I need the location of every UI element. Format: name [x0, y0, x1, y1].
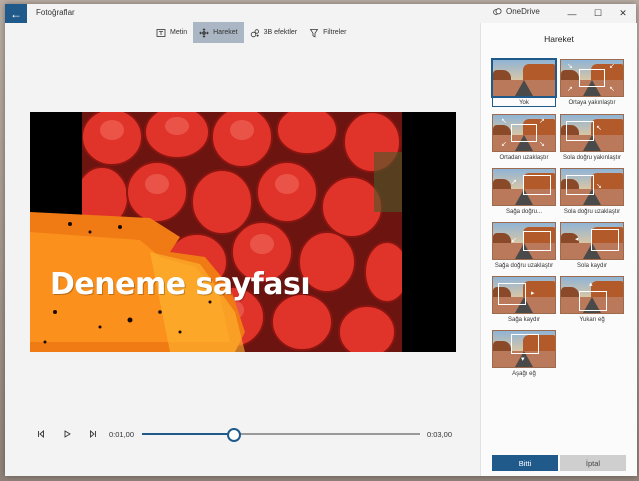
- seek-bar[interactable]: [142, 428, 420, 442]
- seek-progress: [142, 433, 234, 435]
- editing-toolbar: Metin Hareket 3B efektler Filtreler: [150, 22, 352, 43]
- motion-option[interactable]: ↖ Sola doğru yakınlaştır: [560, 114, 624, 161]
- tool-hareket[interactable]: Hareket: [193, 22, 244, 43]
- motion-option-thumbnail: ↙: [492, 222, 556, 260]
- tool-filtreler[interactable]: Filtreler: [303, 22, 352, 43]
- onedrive-button[interactable]: OneDrive: [493, 7, 540, 16]
- motion-option-thumbnail: ↖: [560, 114, 624, 152]
- motion-option[interactable]: ▸ Sağa kaydır: [492, 276, 556, 323]
- minimize-button[interactable]: —: [559, 4, 585, 23]
- motion-option-thumbnail: ↘ ↙ ↗ ↖: [560, 59, 624, 97]
- motion-option-thumbnail: ▸: [492, 276, 556, 314]
- motion-option[interactable]: ◂ Sola kaydır: [560, 222, 624, 269]
- motion-option[interactable]: Yok: [491, 58, 557, 107]
- filters-icon: [309, 28, 319, 37]
- text-icon: [156, 28, 166, 37]
- motion-option[interactable]: ↘ ↙ ↗ ↖ Ortaya yakınlaştır: [560, 59, 624, 107]
- tool-label: Metin: [170, 29, 188, 36]
- motion-option-thumbnail: ◂: [560, 222, 624, 260]
- motion-option-label: Sağa doğru...: [505, 209, 543, 215]
- caption-text: Deneme sayfası: [50, 267, 311, 302]
- motion-option-thumbnail: [491, 58, 557, 98]
- play-button[interactable]: [61, 428, 73, 440]
- tool-label: Filtreler: [323, 29, 347, 36]
- motion-option[interactable]: ▴ Yukarı eğ: [560, 276, 624, 323]
- back-button[interactable]: ←: [5, 4, 27, 23]
- close-button[interactable]: ✕: [610, 4, 636, 23]
- tool-metin[interactable]: Metin: [150, 22, 193, 43]
- back-arrow-icon: ←: [10, 6, 22, 21]
- current-time: 0:01,00: [109, 430, 135, 439]
- done-button[interactable]: Bitti: [492, 455, 558, 471]
- close-icon: ✕: [619, 8, 627, 18]
- motion-option-thumbnail: ↖ ↗ ↙ ↘: [492, 114, 556, 152]
- maximize-button[interactable]: ☐: [585, 4, 611, 23]
- motion-option-label: Sola doğru yakınlaştır: [562, 155, 622, 161]
- app-title: Fotoğraflar: [36, 8, 75, 17]
- photos-app-window: ← Fotoğraflar OneDrive — ☐ ✕ Metin Harek…: [5, 4, 637, 476]
- step-forward-icon: [90, 430, 96, 438]
- 3d-effects-icon: [250, 28, 259, 37]
- motion-option-label: Ortadan uzaklaştır: [499, 155, 549, 161]
- motion-option-label: Aşağı eğ: [512, 371, 536, 377]
- maximize-icon: ☐: [593, 8, 603, 18]
- panel-title: Hareket: [544, 34, 574, 44]
- motion-icon: [199, 27, 209, 38]
- previous-frame-button[interactable]: [35, 428, 47, 440]
- next-frame-button[interactable]: [87, 428, 99, 440]
- motion-option-thumbnail: ▴: [560, 276, 624, 314]
- motion-option-label: Sağa kaydır: [507, 317, 541, 323]
- motion-option-label: Sola doğru uzaklaştır: [563, 209, 621, 215]
- total-time: 0:03,00: [427, 430, 453, 439]
- motion-option[interactable]: ↘ Sola doğru uzaklaştır: [560, 168, 624, 215]
- tool-label: 3B efektler: [263, 29, 298, 36]
- motion-option-label: Ortaya yakınlaştır: [568, 100, 616, 106]
- onedrive-icon: [493, 8, 502, 15]
- minimize-icon: —: [567, 8, 577, 19]
- playback-controls: 0:01,00 0:03,00: [35, 424, 465, 444]
- seek-thumb[interactable]: [226, 428, 241, 442]
- video-preview[interactable]: Deneme sayfası: [30, 112, 456, 352]
- tool-3b-efektler[interactable]: 3B efektler: [244, 22, 303, 43]
- tool-label: Hareket: [213, 29, 238, 36]
- title-bar: ← Fotoğraflar OneDrive — ☐ ✕: [5, 4, 636, 23]
- onedrive-label: OneDrive: [506, 7, 540, 16]
- motion-option[interactable]: ↗ Sağa doğru...: [492, 168, 556, 215]
- motion-option-label: Yok: [519, 100, 529, 106]
- motion-option-thumbnail: ▾: [492, 330, 556, 368]
- play-icon: [64, 430, 71, 438]
- motion-option-label: Sola kaydır: [576, 263, 607, 269]
- step-back-icon: [38, 430, 44, 438]
- cancel-button[interactable]: İptal: [560, 455, 626, 471]
- motion-options-grid: Yok ↘ ↙ ↗ ↖ Ortaya yakınlaştır ↖ ↗ ↙ ↘ Ortadan uza…: [491, 58, 628, 377]
- motion-option[interactable]: ↙ Sağa doğru uzaklaştır: [492, 222, 556, 269]
- motion-option-thumbnail: ↗: [492, 168, 556, 206]
- motion-option[interactable]: ▾ Aşağı eğ: [492, 330, 556, 377]
- motion-option-label: Sağa doğru uzaklaştır: [494, 263, 554, 269]
- motion-option[interactable]: ↖ ↗ ↙ ↘ Ortadan uzaklaştır: [492, 114, 556, 161]
- motion-option-label: Yukarı eğ: [579, 317, 605, 323]
- motion-panel: Hareket Yok ↘ ↙ ↗ ↖ Ortaya yakınlaştır ↖ ↗ ↙ ↘ Ort…: [480, 23, 637, 476]
- motion-option-thumbnail: ↘: [560, 168, 624, 206]
